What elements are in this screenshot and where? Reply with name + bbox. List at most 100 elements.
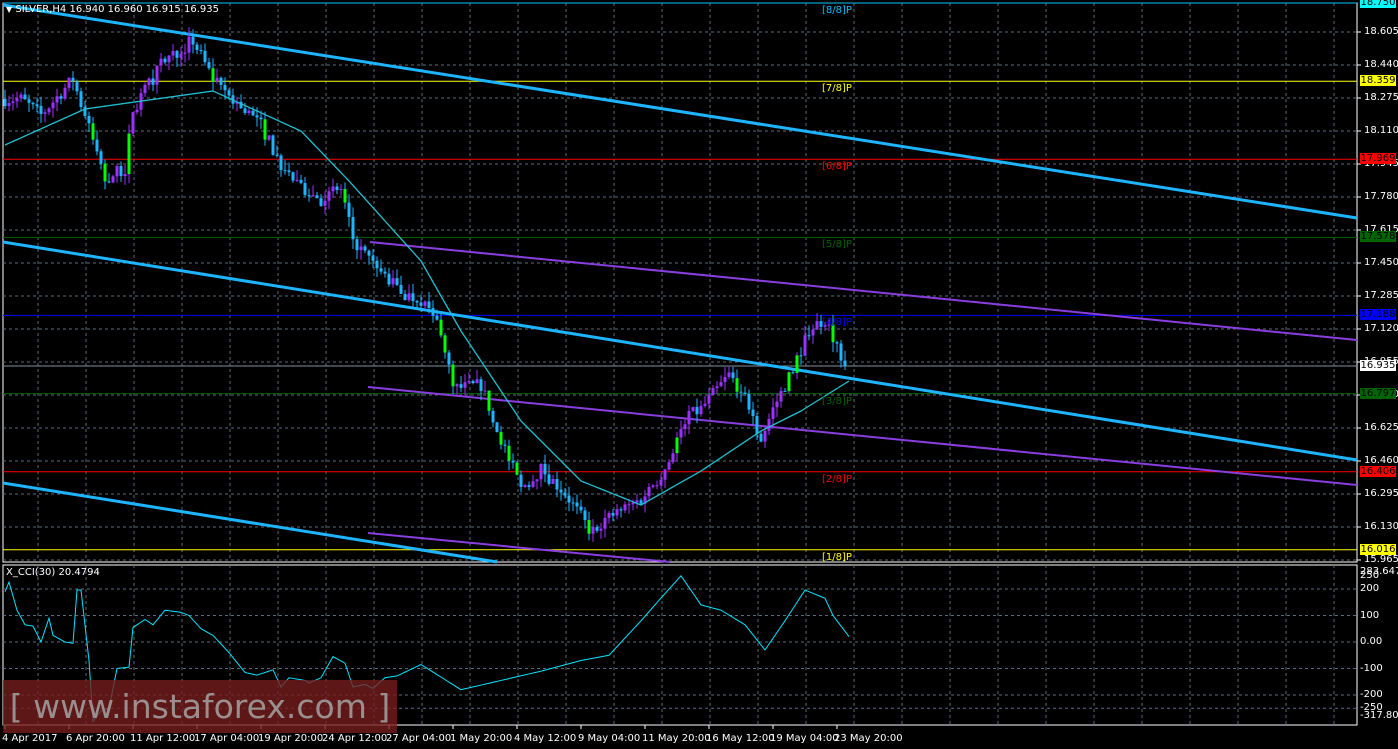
candle-body — [307, 195, 311, 197]
candle-body — [459, 384, 463, 388]
candle-body — [299, 179, 303, 184]
candle-body — [43, 112, 47, 114]
candle-body — [415, 301, 419, 303]
candle-body — [779, 390, 783, 402]
candle-body — [455, 384, 459, 387]
candle-body — [659, 479, 663, 486]
cci-axis-label: -200 — [1360, 689, 1383, 700]
price-axis-label: 16.130 — [1364, 521, 1398, 532]
time-axis-label: 9 May 04:00 — [578, 733, 641, 744]
price-tag: 16.406 — [1360, 465, 1396, 477]
candle-body — [483, 390, 487, 392]
candle-body — [575, 502, 579, 507]
candle-body — [103, 163, 107, 182]
candle-body — [715, 386, 719, 389]
candle-body — [135, 109, 139, 113]
price-axis-label: 17.120 — [1364, 323, 1398, 334]
candle-body — [503, 444, 507, 446]
candle-body — [579, 506, 583, 511]
candle-body — [439, 319, 443, 336]
candle-body — [491, 410, 495, 423]
candle-body — [591, 527, 595, 534]
cci-axis-label: 200 — [1360, 583, 1380, 594]
candle-body — [91, 123, 95, 140]
candle-body — [731, 372, 735, 379]
murrey-level-label: [3/8]P — [822, 395, 852, 407]
candle-body — [283, 170, 287, 172]
price-tag: 17.969 — [1360, 153, 1396, 165]
murrey-level-label: [6/8]P — [822, 161, 852, 173]
candle-body — [203, 50, 207, 63]
candle-body — [383, 271, 387, 274]
price-axis-label: 17.780 — [1364, 191, 1398, 202]
candle-body — [23, 94, 27, 100]
candle-body — [527, 485, 531, 487]
time-axis-label: 19 May 04:00 — [770, 733, 839, 744]
candle-body — [295, 179, 299, 181]
candle-body — [811, 329, 815, 336]
time-axis-label: 23 May 20:00 — [834, 733, 903, 744]
candle-body — [551, 479, 555, 484]
candle-body — [651, 485, 655, 487]
price-chart[interactable] — [0, 0, 1398, 749]
candle-body — [343, 189, 347, 203]
candle-body — [583, 510, 587, 521]
candle-body — [555, 479, 559, 490]
candle-body — [639, 500, 643, 504]
candle-body — [147, 78, 151, 85]
candle-body — [751, 409, 755, 417]
candle-body — [79, 91, 83, 108]
candle-body — [635, 500, 639, 503]
price-tag: 16.016 — [1360, 543, 1396, 555]
candle-body — [179, 53, 183, 58]
chart-header: ▼ SILVER,H4 16.940 16.960 16.915 16.935 — [6, 4, 219, 15]
candle-body — [71, 77, 75, 82]
moving-average-line — [4, 90, 850, 506]
candle-body — [595, 527, 599, 531]
candle-body — [711, 388, 715, 395]
candle-body — [27, 99, 31, 103]
candle-body — [467, 381, 471, 383]
ohlc-values: 16.940 16.960 16.915 16.935 — [69, 4, 219, 15]
price-axis-label: 15.965 — [1364, 554, 1398, 565]
candle-body — [191, 36, 195, 45]
price-tag: 18.359 — [1360, 75, 1396, 87]
candle-body — [291, 172, 295, 181]
time-axis-label: 11 May 20:00 — [642, 733, 711, 744]
candle-body — [99, 151, 103, 164]
candle-body — [763, 430, 767, 442]
price-axis-label: 17.285 — [1364, 290, 1398, 301]
candle-body — [835, 342, 839, 344]
candle-body — [607, 512, 611, 518]
candle-body — [523, 485, 527, 487]
candle-body — [243, 108, 247, 113]
candle-body — [675, 437, 679, 454]
candle-body — [319, 198, 323, 206]
candle-body — [703, 403, 707, 406]
candle-body — [511, 460, 515, 463]
candle-body — [87, 116, 91, 124]
candle-body — [539, 463, 543, 480]
candle-body — [691, 407, 695, 412]
candle-body — [247, 110, 251, 113]
time-axis-label: 17 Apr 04:00 — [194, 733, 260, 744]
candle-body — [687, 411, 691, 425]
candle-body — [339, 189, 343, 191]
candle-body — [395, 278, 399, 285]
candle-body — [747, 394, 751, 410]
candle-body — [371, 255, 375, 261]
murrey-level-label: [5/8]P — [822, 239, 852, 251]
time-axis-label: 4 Apr 2017 — [2, 733, 58, 744]
candle-body — [15, 98, 19, 102]
watermark-text: [ www.instaforex.com ] — [9, 687, 391, 726]
symbol-label: SILVER,H4 — [15, 4, 67, 15]
triangle-down-icon[interactable]: ▼ — [6, 5, 12, 14]
candle-body — [743, 392, 747, 395]
candle-body — [119, 166, 123, 176]
time-axis-label: 19 Apr 20:00 — [258, 733, 324, 744]
candle-body — [795, 355, 799, 373]
time-axis-label: 6 Apr 20:00 — [66, 733, 125, 744]
price-axis-label: 18.605 — [1364, 26, 1398, 37]
price-tag: 16.935 — [1360, 360, 1396, 371]
candle-body — [727, 372, 731, 377]
